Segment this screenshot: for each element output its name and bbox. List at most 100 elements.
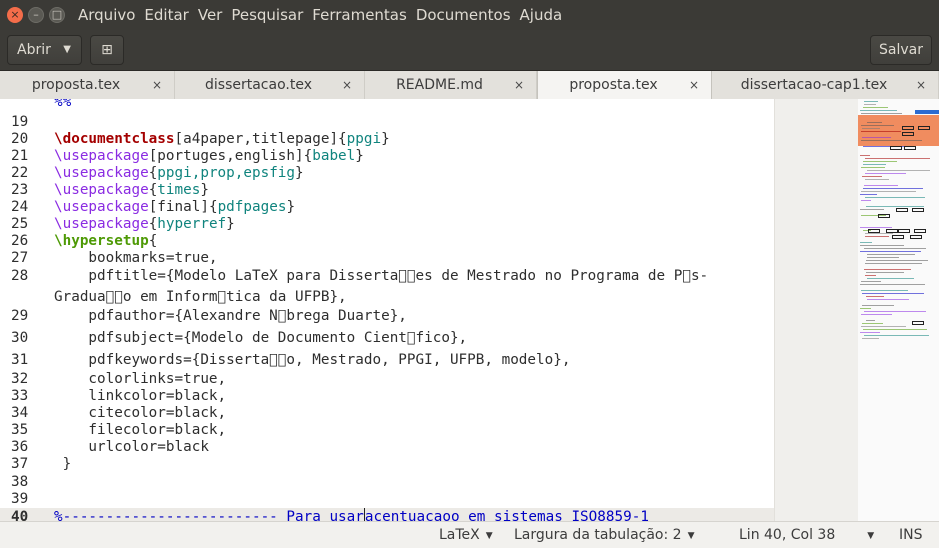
- code-token: }: [286, 199, 296, 215]
- tab-proposta-1[interactable]: proposta.tex ×: [0, 71, 175, 99]
- minimap-line: [860, 155, 870, 156]
- window-maximize-icon[interactable]: □: [49, 7, 65, 23]
- code-line[interactable]: 28 pdftitle={Modelo LaTeX para Disserta …: [0, 267, 774, 285]
- code-token: \usepackage: [54, 216, 149, 232]
- chevron-down-icon: ▼: [867, 531, 875, 541]
- minimap-line: [862, 176, 882, 177]
- code-line[interactable]: Gradua  o em Inform tica da UFPB},: [0, 288, 774, 306]
- tab-dissertacao-cap1[interactable]: dissertacao-cap1.tex ×: [712, 71, 939, 99]
- tab-width-selector[interactable]: Largura da tabulação: 2 ▼: [514, 522, 694, 549]
- open-button[interactable]: Abrir ▼: [7, 35, 82, 65]
- code-line[interactable]: 37 }: [0, 455, 774, 473]
- code-token: [portuges,english]{: [148, 148, 313, 164]
- minimap-line: [867, 254, 915, 255]
- line-code: urlcolor=black: [54, 438, 209, 456]
- code-line[interactable]: 35 filecolor=black,: [0, 421, 774, 439]
- code-token: Gradua  o em Inform tica da UFPB},: [54, 289, 347, 305]
- line-code: filecolor=black,: [54, 421, 226, 439]
- code-line[interactable]: 36 urlcolor=black: [0, 438, 774, 456]
- menu-arquivo[interactable]: Arquivo: [78, 0, 140, 30]
- code-token: \usepackage: [54, 148, 149, 164]
- code-token: pdfkeywords={Disserta  o, Mestrado, PPGI…: [54, 352, 571, 368]
- tab-readme[interactable]: README.md ×: [365, 71, 537, 99]
- close-icon[interactable]: ×: [689, 71, 699, 99]
- minimap-line: [865, 173, 906, 174]
- minimap-line: [864, 248, 926, 249]
- tab-dissertacao[interactable]: dissertacao.tex ×: [175, 71, 365, 99]
- minimap-line: [865, 158, 930, 159]
- minimap-line: [867, 122, 882, 123]
- close-icon[interactable]: ×: [152, 71, 162, 99]
- code-line[interactable]: %%: [0, 99, 774, 111]
- code-line-current[interactable]: 40 %------------------------- Para usarac…: [0, 508, 774, 521]
- open-label: Abrir: [17, 42, 51, 58]
- code-token: \usepackage: [54, 165, 149, 181]
- minimap-marker: [915, 110, 939, 114]
- language-selector[interactable]: LaTeX ▼: [439, 522, 493, 549]
- menu-pesquisar[interactable]: Pesquisar: [231, 0, 308, 30]
- code-line[interactable]: 27 bookmarks=true,: [0, 249, 774, 267]
- code-line[interactable]: 34 citecolor=black,: [0, 404, 774, 422]
- code-token: filecolor=black,: [54, 422, 227, 438]
- menu-ver[interactable]: Ver: [198, 0, 228, 30]
- code-line[interactable]: 25 \usepackage{hyperref}: [0, 215, 774, 233]
- language-label: LaTeX: [439, 527, 480, 543]
- code-token: {: [148, 165, 158, 181]
- code-line[interactable]: 19: [0, 113, 774, 131]
- minimap-line: [864, 335, 929, 336]
- minimap-line: [862, 293, 924, 294]
- line-code: pdfauthor={Alexandre N brega Duarte},: [54, 307, 406, 325]
- line-number: 37: [11, 456, 29, 472]
- code-line[interactable]: 39: [0, 490, 774, 508]
- code-line[interactable]: 23 \usepackage{times}: [0, 181, 774, 199]
- code-token: }: [381, 131, 390, 147]
- minimap-line: [862, 338, 879, 339]
- menu-documentos[interactable]: Documentos: [416, 0, 516, 30]
- minimap-line: [863, 107, 888, 108]
- minimap-line: [866, 320, 875, 321]
- close-icon[interactable]: ×: [916, 71, 926, 99]
- tab-proposta-active[interactable]: proposta.tex ×: [537, 71, 712, 99]
- new-tab-button[interactable]: ⊞: [90, 35, 124, 65]
- save-button[interactable]: Salvar: [870, 35, 932, 65]
- code-line[interactable]: 30 pdfsubject={Modelo de Documento Cient…: [0, 329, 774, 347]
- tab-label: dissertacao-cap1.tex: [740, 77, 888, 93]
- code-line[interactable]: 26 \hypersetup{: [0, 232, 774, 250]
- minimap-mark: [892, 235, 904, 239]
- tab-label: README.md: [396, 77, 483, 93]
- line-code: %%: [54, 99, 71, 111]
- minimap-line: [862, 323, 883, 324]
- code-token: [a4paper,titlepage]{: [174, 131, 347, 147]
- code-line[interactable]: 31 pdfkeywords={Disserta  o, Mestrado, P…: [0, 351, 774, 369]
- minimap-mark: [910, 235, 922, 239]
- minimap-line: [862, 305, 894, 306]
- code-line[interactable]: 29 pdfauthor={Alexandre N brega Duarte},: [0, 307, 774, 325]
- minimap-line: [860, 284, 925, 285]
- code-editor[interactable]: %% 19 20 \documentclass[a4paper,titlepage]{…: [0, 99, 774, 521]
- cursor-position[interactable]: Lin 40, Col 38 ▼: [739, 522, 874, 549]
- line-code: \documentclass[a4paper,titlepage]{ppgi}: [54, 130, 390, 148]
- code-token: \usepackage: [54, 199, 149, 215]
- code-line[interactable]: 20 \documentclass[a4paper,titlepage]{ppgi…: [0, 130, 774, 148]
- code-token: \usepackage: [54, 182, 149, 198]
- chevron-down-icon: ▼: [687, 531, 695, 541]
- menu-editar[interactable]: Editar: [144, 0, 193, 30]
- window-minimize-icon[interactable]: –: [28, 7, 44, 23]
- code-line[interactable]: 33 linkcolor=black,: [0, 387, 774, 405]
- minimap-line: [864, 101, 878, 102]
- document-minimap[interactable]: [858, 99, 939, 521]
- close-icon[interactable]: ×: [342, 71, 352, 99]
- menu-ferramentas[interactable]: Ferramentas: [312, 0, 412, 30]
- code-line[interactable]: 22 \usepackage{ppgi,prop,epsfig}: [0, 164, 774, 182]
- menu-ajuda[interactable]: Ajuda: [520, 0, 568, 30]
- close-icon[interactable]: ×: [514, 71, 524, 99]
- code-line[interactable]: 21 \usepackage[portuges,english]{babel}: [0, 147, 774, 165]
- window-close-icon[interactable]: ×: [7, 7, 23, 23]
- insert-mode[interactable]: INS: [899, 522, 923, 548]
- code-line[interactable]: 32 colorlinks=true,: [0, 370, 774, 388]
- code-line[interactable]: 24 \usepackage[final]{pdfpages}: [0, 198, 774, 216]
- minimap-mark: [904, 146, 916, 150]
- code-token: times: [157, 182, 201, 198]
- minimap-line: [861, 140, 922, 141]
- code-line[interactable]: 38: [0, 473, 774, 491]
